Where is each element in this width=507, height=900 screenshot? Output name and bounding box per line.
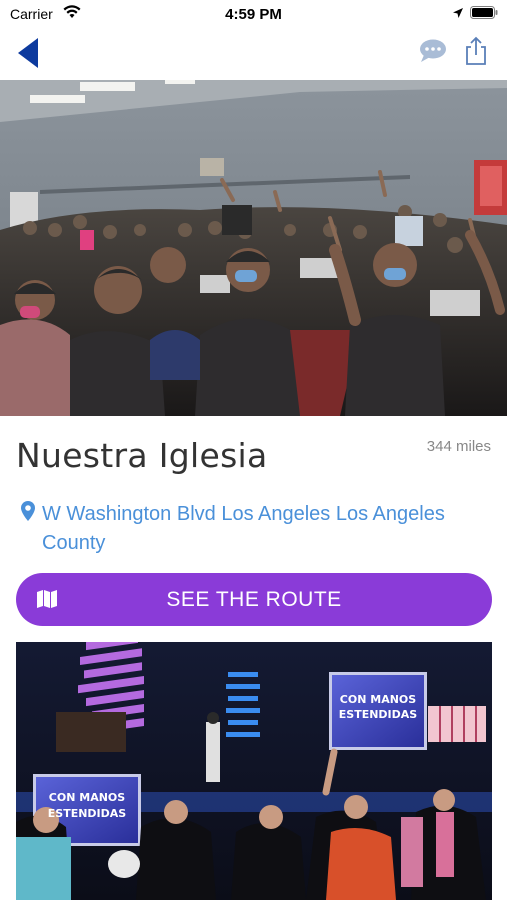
location-arrow-icon <box>452 6 464 22</box>
see-route-button[interactable]: SEE THE ROUTE <box>16 573 492 626</box>
clock: 4:59 PM <box>225 6 282 23</box>
battery-icon <box>470 6 498 22</box>
share-button[interactable] <box>463 36 489 66</box>
screen-text-left: CON MANOS ESTENDIDAS <box>36 790 138 822</box>
chat-bubble-icon <box>420 39 446 62</box>
place-title: Nuestra Iglesia <box>16 436 268 475</box>
address-text: W Washington Blvd Los Angeles Los Angele… <box>42 503 445 554</box>
screen-text-right: CON MANOS ESTENDIDAS <box>332 692 424 722</box>
screen-text-right-line2: ESTENDIDAS <box>338 708 418 721</box>
address-link[interactable]: W Washington Blvd Los Angeles Los Angele… <box>20 500 490 558</box>
screen-text-left-line1: CON MANOS <box>48 791 126 804</box>
hero-photo <box>0 80 507 416</box>
see-route-label: SEE THE ROUTE <box>166 588 342 611</box>
screen-text-right-line1: CON MANOS <box>339 693 417 706</box>
gallery-photo: CON MANOS ESTENDIDAS CON MANOS ESTENDIDA… <box>16 642 492 900</box>
back-button[interactable] <box>14 36 44 70</box>
screen-text-left-line2: ESTENDIDAS <box>47 807 127 820</box>
back-arrow-icon <box>18 38 38 68</box>
share-icon <box>466 36 486 65</box>
location-pin-icon <box>20 500 36 531</box>
status-bar: Carrier 4:59 PM <box>0 0 507 28</box>
chat-button[interactable] <box>418 38 448 64</box>
distance-label: 344 miles <box>426 438 491 455</box>
nav-bar <box>0 28 507 78</box>
